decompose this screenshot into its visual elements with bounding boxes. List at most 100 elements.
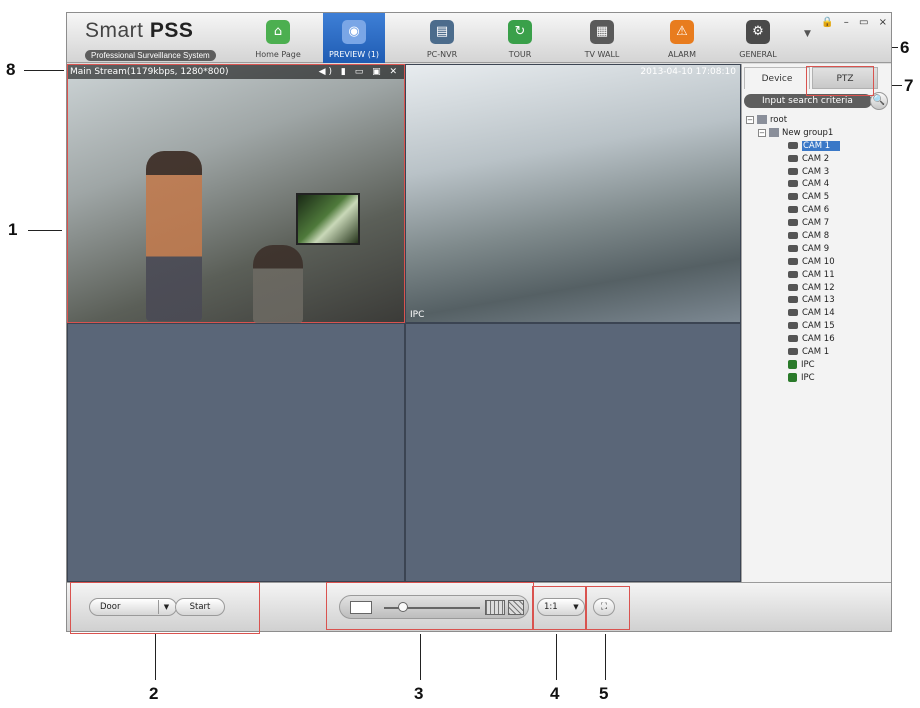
callout-1: 1 (8, 220, 18, 239)
collapse-icon[interactable]: − (758, 128, 766, 137)
camera-icon (788, 257, 798, 265)
video-timestamp: 2013-04-10 17:08:10 (640, 67, 736, 77)
group-icon (769, 127, 779, 137)
nav-more-arrow-icon[interactable]: ▼ (804, 29, 811, 39)
collapse-icon[interactable]: − (746, 116, 754, 124)
lock-icon[interactable]: 🔒 (821, 17, 833, 28)
callout-3-line (420, 634, 421, 680)
camera-icon (788, 348, 798, 356)
tree-camera-item[interactable]: CAM 15 (788, 320, 840, 333)
tree-camera-item[interactable]: CAM 11 (788, 269, 840, 282)
camera-icon (788, 180, 798, 188)
camera-icon (788, 154, 798, 162)
highlight-layout-control (326, 582, 534, 630)
minimize-button[interactable]: – (844, 17, 849, 28)
video-window-4[interactable] (405, 323, 741, 582)
ipc-icon (788, 372, 797, 382)
nav-tv-wall[interactable]: ▦ TV WALL (571, 13, 633, 63)
callout-6: 6 (900, 38, 910, 57)
device-tree: − root − New group1 CAM 1 CAM 2 CAM 3 CAM 4 CA… (746, 114, 841, 385)
highlight-ratio-control (532, 586, 586, 630)
tree-camera-item[interactable]: CAM 12 (788, 282, 840, 295)
tree-root[interactable]: − root (746, 114, 840, 127)
tree-camera-item[interactable]: CAM 8 (788, 230, 840, 243)
home-icon: ⌂ (266, 20, 290, 44)
video-window-1[interactable]: Main Stream(1179kbps, 1280*800) ◀) ▮ ▭ ▣… (67, 64, 405, 323)
logo-title: Smart PSS (85, 19, 194, 42)
tree-camera-item[interactable]: CAM 16 (788, 333, 840, 346)
tree-camera-item[interactable]: CAM 9 (788, 243, 840, 256)
camera-icon (788, 167, 798, 175)
camera-icon (788, 219, 798, 227)
tree-camera-item[interactable]: CAM 13 (788, 294, 840, 307)
search-input[interactable]: Input search criteria (744, 94, 872, 108)
callout-2-line (155, 634, 156, 680)
nav-pc-nvr[interactable]: ▤ PC-NVR (411, 13, 473, 63)
camera-icon (788, 193, 798, 201)
window-controls: 🔒 – ▭ × (814, 17, 887, 28)
tree-camera-item[interactable]: CAM 6 (788, 204, 840, 217)
maximize-button[interactable]: ▭ (859, 17, 868, 28)
tree-camera-item[interactable]: CAM 7 (788, 217, 840, 230)
nav-preview[interactable]: ◉ PREVIEW (1) (323, 13, 385, 63)
camera-icon (788, 309, 798, 317)
tree-group[interactable]: − New group1 (746, 127, 840, 140)
scene-person (146, 151, 202, 321)
top-navigation-bar: Smart PSS Professional Surveillance Syst… (67, 13, 891, 63)
tree-camera-item[interactable]: CAM 5 (788, 191, 840, 204)
app-logo: Smart PSS Professional Surveillance Syst… (85, 19, 216, 62)
camera-icon: ◉ (342, 20, 366, 44)
gear-icon: ⚙ (746, 20, 770, 44)
callout-8: 8 (6, 60, 16, 79)
nav-general[interactable]: ⚙ GENERAL (727, 13, 789, 63)
stream-info-text: Main Stream(1179kbps, 1280*800) (70, 67, 229, 77)
camera-icon (788, 141, 798, 149)
pc-nvr-icon: ▤ (430, 20, 454, 44)
camera-icon (788, 206, 798, 214)
stream-info-bar: Main Stream(1179kbps, 1280*800) ◀) ▮ ▭ ▣… (68, 65, 404, 79)
callout-3: 3 (414, 684, 424, 703)
tree-camera-item[interactable]: CAM 2 (788, 153, 840, 166)
camera-icon (788, 270, 798, 278)
logo-subtitle: Professional Surveillance System (85, 50, 216, 61)
tree-camera-item[interactable]: CAM 14 (788, 307, 840, 320)
tree-camera-item[interactable]: CAM 1 (788, 140, 841, 153)
nav-tour[interactable]: ↻ TOUR (489, 13, 551, 63)
scene-monitor (296, 193, 360, 245)
callout-1-line (28, 230, 62, 231)
device-panel: Device PTZ Input search criteria 🔍 − root… (741, 64, 891, 582)
tab-device[interactable]: Device (744, 67, 810, 89)
camera-icon (788, 232, 798, 240)
video-window-2[interactable]: 2013-04-10 17:08:10 IPC (405, 64, 741, 323)
scene-person-seated (253, 245, 303, 323)
camera-icon (788, 283, 798, 291)
highlight-ptz-tab (806, 66, 874, 96)
nav-home-page[interactable]: ⌂ Home Page (247, 13, 309, 63)
tour-icon: ↻ (508, 20, 532, 44)
tree-camera-item[interactable]: CAM 1 (788, 346, 840, 359)
nav-alarm[interactable]: ⚠ ALARM (651, 13, 713, 63)
camera-icon (788, 296, 798, 304)
callout-7: 7 (904, 76, 914, 95)
video-window-3[interactable] (67, 323, 405, 582)
tree-camera-item[interactable]: CAM 3 (788, 166, 840, 179)
root-icon (757, 115, 767, 124)
callout-5: 5 (599, 684, 609, 703)
camera-icon (788, 322, 798, 330)
tree-ipc-item[interactable]: IPC (788, 372, 840, 385)
smart-pss-window: Smart PSS Professional Surveillance Syst… (66, 12, 892, 632)
tree-ipc-item[interactable]: IPC (788, 359, 840, 372)
highlight-door-control (70, 582, 260, 634)
callout-8-line (24, 70, 64, 71)
alarm-icon: ⚠ (670, 20, 694, 44)
callout-4-line (556, 634, 557, 680)
close-button[interactable]: × (879, 17, 887, 28)
stream-toolbar-icons[interactable]: ◀) ▮ ▭ ▣ ✕ (319, 65, 400, 79)
tree-camera-item[interactable]: CAM 10 (788, 256, 840, 269)
callout-4: 4 (550, 684, 560, 703)
callout-5-line (605, 634, 606, 680)
tree-camera-item[interactable]: CAM 4 (788, 178, 840, 191)
camera-icon (788, 335, 798, 343)
ipc-icon (788, 359, 797, 369)
highlight-fullscreen-control (586, 586, 630, 630)
